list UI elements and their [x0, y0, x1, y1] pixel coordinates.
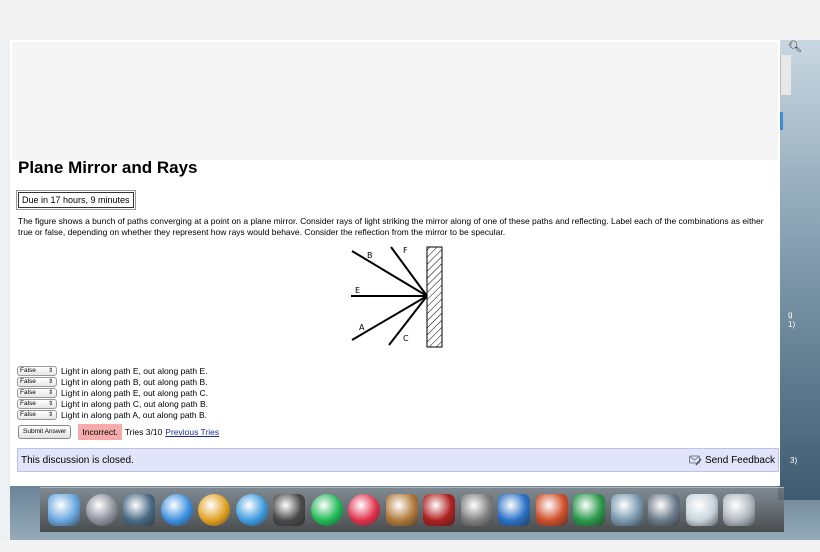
label-f: F [403, 246, 408, 255]
mirror [426, 246, 443, 348]
select-arrow-icon: ⇕ [47, 389, 53, 396]
true-false-select[interactable]: False ⇕ [17, 398, 57, 409]
launchpad-icon[interactable] [85, 494, 118, 526]
browser-window-edge [780, 55, 791, 95]
answer-text: Light in along path B, out along path B. [61, 376, 208, 387]
select-value: False [20, 388, 36, 396]
safari-icon[interactable] [235, 494, 268, 526]
submission-row: Submit Answer Incorrect. Tries 3/10 Prev… [18, 424, 219, 440]
true-false-select[interactable]: False ⇕ [17, 409, 57, 420]
due-date-badge: Due in 17 hours, 9 minutes [16, 190, 136, 210]
network-utility-icon[interactable] [610, 494, 643, 526]
search-icon[interactable]: 🔍︎ [788, 40, 802, 53]
answer-row: False ⇕ Light in along path B, out along … [17, 376, 208, 387]
spotify-icon[interactable] [310, 494, 343, 526]
answer-text: Light in along path E, out along path C. [61, 387, 208, 398]
itunes-icon[interactable] [348, 494, 380, 526]
answer-text: Light in along path C, out along path B. [61, 398, 208, 409]
answer-text: Light in along path A, out along path B. [61, 409, 208, 420]
select-value: False [20, 366, 36, 374]
app-store-icon[interactable] [160, 494, 193, 526]
submit-answer-button[interactable]: Submit Answer [18, 425, 72, 439]
facetime-icon[interactable] [273, 494, 305, 526]
iphoto-icon[interactable] [385, 494, 418, 526]
photo-booth-icon[interactable] [423, 494, 455, 526]
answer-row: False ⇕ Light in along path A, out along … [17, 409, 208, 420]
answer-list: False ⇕ Light in along path E, out along … [17, 365, 208, 420]
question-prompt: The figure shows a bunch of paths conver… [18, 216, 764, 237]
send-feedback-label: Send Feedback [704, 454, 775, 466]
left-margin [0, 40, 10, 540]
discussion-bar: This discussion is closed. Send Feedback [17, 448, 779, 472]
select-arrow-icon: ⇕ [47, 378, 53, 385]
answer-row: False ⇕ Light in along path C, out along … [17, 398, 208, 409]
true-false-select[interactable]: False ⇕ [17, 387, 57, 398]
side-label: g [788, 310, 793, 319]
mission-control-icon[interactable] [123, 494, 155, 526]
dock [40, 487, 784, 532]
powerpoint-icon[interactable] [535, 494, 568, 526]
answer-row: False ⇕ Light in along path E, out along … [17, 365, 208, 376]
select-value: False [20, 399, 36, 407]
path-f [390, 246, 428, 297]
label-b: B [367, 251, 373, 260]
feedback-icon [688, 455, 702, 466]
select-arrow-icon: ⇕ [47, 400, 53, 407]
word-icon[interactable] [498, 494, 530, 526]
mirror-figure: B F E A C [351, 246, 443, 348]
header-banner [12, 42, 778, 160]
true-false-select[interactable]: False ⇕ [17, 365, 57, 376]
tries-counter: Tries 3/10 [124, 427, 163, 437]
label-c: C [403, 334, 409, 343]
chrome-icon[interactable] [198, 494, 230, 526]
true-false-select[interactable]: False ⇕ [17, 376, 57, 387]
answer-text: Light in along path E, out along path E. [61, 365, 208, 376]
discussion-status: This discussion is closed. [21, 455, 134, 466]
label-a: A [359, 323, 365, 332]
select-value: False [20, 377, 36, 385]
bottom-margin [0, 540, 820, 552]
select-arrow-icon: ⇕ [47, 411, 53, 418]
desktop-wallpaper-edge: g 1) 3) [778, 40, 820, 500]
top-margin [0, 0, 820, 40]
documents-folder-icon[interactable] [685, 494, 718, 526]
system-preferences-icon[interactable] [460, 494, 493, 526]
answer-row: False ⇕ Light in along path E, out along … [17, 387, 208, 398]
finder-icon[interactable] [48, 494, 80, 526]
main-window: Plane Mirror and Rays Due in 17 hours, 9… [10, 40, 780, 486]
select-arrow-icon: ⇕ [47, 367, 53, 374]
path-a [351, 295, 428, 341]
preview-icon[interactable] [648, 494, 680, 526]
status-badge: Incorrect. [78, 424, 122, 440]
trash-icon[interactable] [723, 494, 755, 526]
side-label: 1) [788, 320, 796, 329]
send-feedback-button[interactable]: Send Feedback [688, 454, 775, 466]
side-label: 3) [790, 456, 798, 465]
page-title: Plane Mirror and Rays [18, 158, 198, 177]
label-e: E [355, 286, 360, 295]
path-b [351, 250, 428, 297]
browser-scroll-indicator [780, 112, 783, 130]
previous-tries-link[interactable]: Previous Tries [165, 427, 219, 437]
select-value: False [20, 410, 36, 418]
excel-icon[interactable] [573, 494, 605, 526]
